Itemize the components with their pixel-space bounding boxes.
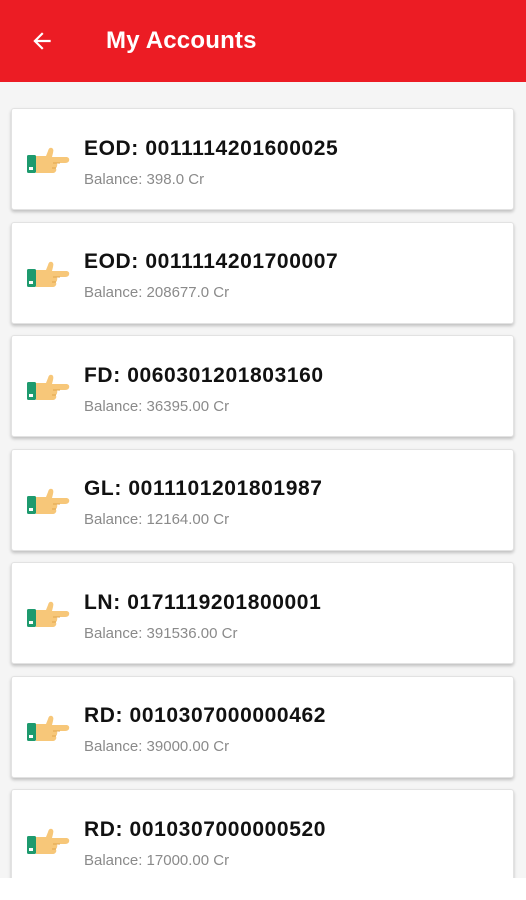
pointing-hand-icon	[26, 260, 70, 287]
account-balance: Balance: 398.0 Cr	[84, 170, 205, 188]
account-balance: Balance: 36395.00 Cr	[84, 397, 230, 415]
account-card[interactable]: RD: 0010307000000462 Balance: 39000.00 C…	[11, 675, 514, 778]
account-card[interactable]: GL: 0011101201801987 Balance: 12164.00 C…	[11, 448, 514, 551]
pointing-hand-icon	[26, 487, 70, 514]
account-number: EOD: 0011114201600025	[84, 136, 339, 160]
page-title: My Accounts	[106, 27, 257, 54]
arrow-left-icon	[33, 32, 51, 50]
account-balance: Balance: 12164.00 Cr	[84, 511, 230, 528]
account-number: RD: 0010307000000462	[84, 704, 327, 727]
account-balance: Balance: 208677.0 Cr	[84, 284, 230, 301]
pointing-hand-icon	[26, 374, 70, 401]
account-number: FD: 0060301201803160	[84, 363, 324, 387]
account-balance: Balance: 39000.00 Cr	[84, 738, 230, 755]
account-number: GL: 0011101201801987	[84, 477, 323, 500]
pointing-hand-icon	[26, 828, 70, 855]
account-card[interactable]: RD: 0010307000000520 Balance: 17000.00 C…	[11, 789, 514, 891]
app-bar: My Accounts	[0, 0, 526, 82]
account-card[interactable]: EOD: 0011114201700007 Balance: 208677.0 …	[11, 221, 514, 324]
account-card[interactable]: FD: 0060301201803160 Balance: 36395.00 C…	[11, 335, 514, 437]
account-card[interactable]: EOD: 0011114201600025 Balance: 398.0 Cr	[11, 108, 514, 210]
account-number: LN: 0171119201800001	[84, 590, 322, 614]
pointing-hand-icon	[26, 147, 70, 174]
account-balance: Balance: 391536.00 Cr	[84, 624, 238, 642]
account-card[interactable]: LN: 0171119201800001 Balance: 391536.00 …	[11, 562, 514, 664]
pointing-hand-icon	[26, 601, 70, 628]
accounts-list: EOD: 0011114201600025 Balance: 398.0 Cr …	[11, 108, 514, 900]
pointing-hand-icon	[26, 714, 70, 741]
bottom-edge	[0, 878, 526, 900]
account-number: RD: 0010307000000520	[84, 817, 327, 841]
back-button[interactable]	[16, 15, 68, 67]
account-number: EOD: 0011114201700007	[84, 250, 339, 273]
account-balance: Balance: 17000.00 Cr	[84, 851, 230, 869]
